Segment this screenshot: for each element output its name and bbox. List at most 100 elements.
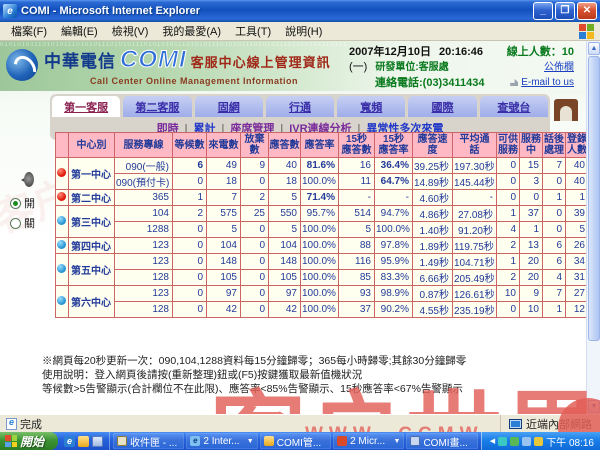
table-row: 第六中心123097097100.0%9398.9%0.87秒126.61秒10…	[56, 286, 589, 302]
taskbar-button[interactable]: 收件匣 - ...	[113, 433, 184, 449]
tab-label: 寬頻	[360, 102, 382, 114]
tab-label: 國際	[432, 102, 454, 114]
data-cell: 11	[339, 174, 375, 190]
menu-item[interactable]: 說明(H)	[278, 24, 329, 40]
data-cell: 3	[520, 174, 543, 190]
data-cell: 1	[543, 302, 566, 318]
tab-固網[interactable]: 固網	[195, 96, 263, 117]
quick-folder-icon[interactable]	[78, 436, 89, 447]
dev-unit: 研發單位:客服處	[375, 60, 448, 75]
group-chevron-icon[interactable]: ▼	[394, 438, 401, 445]
data-cell: 0	[173, 238, 207, 254]
arch-icon[interactable]	[554, 99, 578, 121]
window-title: COMI - Microsoft Internet Explorer	[21, 5, 533, 17]
tray-icon[interactable]	[510, 437, 519, 446]
data-cell: 100.0%	[301, 270, 339, 286]
ie-app-icon: e	[3, 4, 17, 18]
menu-item[interactable]: 檢視(V)	[105, 24, 156, 40]
tab-行通[interactable]: 行通	[266, 96, 334, 117]
sound-off-option[interactable]: 關	[10, 215, 52, 231]
menu-item[interactable]: 我的最愛(A)	[155, 24, 228, 40]
tray-collapse-icon[interactable]: ◀	[490, 437, 495, 445]
data-cell: 5	[339, 222, 375, 238]
tab-第二客服[interactable]: 第二客服	[123, 96, 191, 117]
tray-icon[interactable]	[534, 437, 543, 446]
data-cell: 100.0%	[301, 174, 339, 190]
data-cell: 0	[497, 174, 520, 190]
data-cell: 4	[543, 270, 566, 286]
brand-cht: 中華電信	[44, 47, 116, 72]
sound-on-option[interactable]: 開	[10, 195, 52, 211]
center-name-cell: 第二中心	[69, 190, 115, 206]
mail-task-icon	[117, 436, 127, 446]
group-chevron-icon[interactable]: ▼	[247, 438, 254, 445]
data-cell: 100.0%	[301, 238, 339, 254]
taskbar-button[interactable]: 2 Micr...▼	[333, 433, 404, 449]
close-button[interactable]: ✕	[577, 2, 597, 20]
taskbar-button-label: COMI管...	[277, 434, 321, 449]
bulletin-link[interactable]: 公佈欄	[544, 60, 574, 75]
tab-label: 第一客服	[64, 102, 108, 114]
data-cell: 235.19秒	[453, 302, 497, 318]
tab-國際[interactable]: 國際	[408, 96, 476, 117]
column-header: 等候數	[173, 133, 207, 158]
tab-label: 第二客服	[135, 102, 179, 114]
tab-label: 查號台	[497, 102, 530, 114]
start-button[interactable]: 開始	[0, 432, 58, 450]
data-cell: 81.6%	[301, 158, 339, 174]
data-cell: 6	[543, 254, 566, 270]
data-cell: 14.89秒	[413, 174, 453, 190]
app-task-icon	[410, 436, 420, 446]
minimize-button[interactable]: _	[533, 2, 553, 20]
page-status-icon	[6, 418, 17, 430]
data-cell: 2	[497, 238, 520, 254]
tab-查號台[interactable]: 查號台	[480, 96, 548, 117]
column-header: 15秒 應答數	[339, 133, 375, 158]
tray-icon[interactable]	[498, 437, 507, 446]
taskbar-button[interactable]: COMI管...	[260, 433, 331, 449]
tab-寬頻[interactable]: 寬頻	[337, 96, 405, 117]
data-cell: 123	[115, 254, 173, 270]
scroll-up-arrow[interactable]: ▲	[588, 42, 600, 55]
tab-第一客服[interactable]: 第一客服	[52, 96, 120, 117]
taskbar-button[interactable]: e2 Inter...▼	[186, 433, 257, 449]
menu-item[interactable]: 檔案(F)	[4, 24, 54, 40]
table-row: 第一中心090(一般)64994081.6%1636.4%39.25秒197.3…	[56, 158, 589, 174]
email-link[interactable]: E-mail to us	[521, 75, 574, 90]
center-status-cell	[56, 190, 69, 206]
start-label: 開始	[20, 433, 44, 450]
data-cell: 7	[207, 190, 241, 206]
red-dot-icon	[57, 168, 66, 177]
data-cell: 36.4%	[375, 158, 413, 174]
title-bar: e COMI - Microsoft Internet Explorer _ ❐…	[0, 0, 600, 22]
center-status-cell	[56, 238, 69, 254]
sound-off-radio[interactable]	[10, 218, 21, 229]
menu-item[interactable]: 編輯(E)	[54, 24, 105, 40]
restore-button[interactable]: ❐	[555, 2, 575, 20]
data-cell: 97	[269, 286, 301, 302]
data-cell: 100.0%	[375, 222, 413, 238]
data-cell: 93	[339, 286, 375, 302]
sound-controls: 開 關	[10, 171, 52, 235]
scroll-thumb[interactable]	[588, 56, 600, 341]
scroll-down-arrow[interactable]: ▼	[588, 400, 600, 413]
data-cell: 119.75秒	[453, 238, 497, 254]
quick-mail-icon[interactable]	[92, 436, 103, 447]
data-cell: 4.60秒	[413, 190, 453, 206]
quick-ie-icon[interactable]: e	[64, 436, 75, 447]
menu-item[interactable]: 工具(T)	[228, 24, 278, 40]
brand-title: 客服中心線上管理資訊	[191, 52, 331, 71]
speaker-icon	[16, 171, 36, 189]
sound-on-radio[interactable]	[10, 198, 21, 209]
note-line: 使用說明：登入網頁後請按(重新整理)鈕或(F5)按鍵獲取最新值機狀況	[42, 368, 466, 382]
tray-icon[interactable]	[522, 437, 531, 446]
data-cell: 123	[115, 238, 173, 254]
data-cell: 25	[241, 206, 269, 222]
data-cell: 104.71秒	[453, 254, 497, 270]
taskbar-button[interactable]: COMI畫...	[406, 433, 477, 449]
data-cell: 205.49秒	[453, 270, 497, 286]
brand-subtitle: Call Center Online Management Informatio…	[90, 76, 331, 86]
data-cell: 0	[241, 254, 269, 270]
vertical-scrollbar[interactable]: ▲ ▼	[586, 41, 600, 414]
red-task-icon	[337, 436, 347, 446]
